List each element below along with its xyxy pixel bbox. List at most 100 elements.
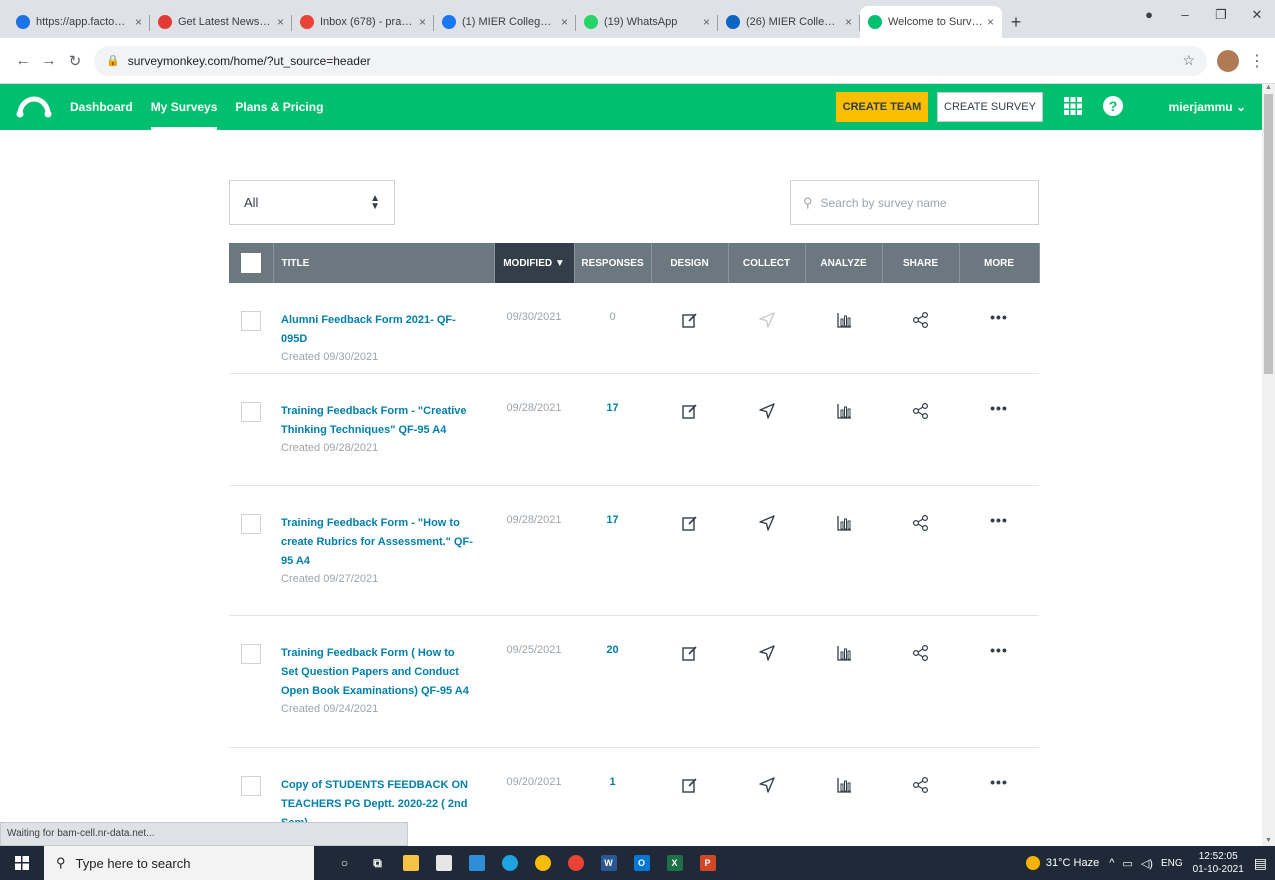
design-cell[interactable]: [651, 373, 728, 486]
new-tab-button[interactable]: +: [1002, 6, 1030, 38]
powerpoint-icon[interactable]: P: [691, 846, 724, 880]
weather-widget[interactable]: 31°C Haze: [1025, 856, 1099, 870]
row-checkbox[interactable]: [241, 775, 261, 796]
col-title[interactable]: TITLE: [273, 243, 495, 283]
user-menu[interactable]: mierjammu ⌄: [1169, 84, 1246, 130]
surveymonkey-logo-icon[interactable]: [16, 96, 52, 118]
col-responses[interactable]: RESPONSES: [574, 243, 652, 283]
clock[interactable]: 12:52:05 01-10-2021: [1193, 850, 1244, 876]
responses-count[interactable]: 20: [606, 644, 618, 656]
analyze-cell[interactable]: [805, 615, 882, 748]
row-checkbox[interactable]: [241, 513, 261, 534]
apps-grid-icon[interactable]: [1063, 96, 1083, 116]
edge-icon[interactable]: [493, 846, 526, 880]
forward-icon[interactable]: →: [36, 52, 62, 69]
bookmark-star-icon[interactable]: ☆: [1182, 52, 1195, 69]
volume-icon[interactable]: ◁): [1141, 857, 1153, 870]
survey-filter-select[interactable]: All ▲ ▼: [229, 180, 395, 225]
minimize-button[interactable]: –: [1167, 0, 1203, 30]
browser-tab[interactable]: (1) MIER College of Ed ×: [434, 6, 576, 38]
browser-tab[interactable]: (26) MIER College of E ×: [718, 6, 860, 38]
browser-menu-icon[interactable]: ⋮: [1249, 51, 1265, 71]
responses-count[interactable]: 1: [609, 776, 615, 788]
share-cell[interactable]: [882, 615, 959, 748]
more-options-icon[interactable]: •••: [990, 309, 1008, 325]
analyze-cell[interactable]: [805, 485, 882, 616]
nav-my-surveys[interactable]: My Surveys: [150, 84, 217, 130]
design-cell[interactable]: [651, 747, 728, 846]
tab-close-icon[interactable]: ×: [987, 15, 994, 29]
row-checkbox[interactable]: [241, 401, 261, 422]
share-cell[interactable]: [882, 747, 959, 846]
scroll-up-icon[interactable]: ▲: [1265, 84, 1272, 91]
more-options-icon[interactable]: •••: [990, 512, 1008, 528]
responses-count[interactable]: 17: [606, 514, 618, 526]
reload-icon[interactable]: ↻: [62, 52, 88, 70]
network-icon[interactable]: ▭: [1122, 857, 1132, 870]
maximize-button[interactable]: ❐: [1203, 0, 1239, 30]
survey-title-link[interactable]: Training Feedback Form - "Creative Think…: [281, 402, 474, 440]
tray-chevron-icon[interactable]: ^: [1109, 857, 1114, 869]
row-checkbox[interactable]: [241, 311, 261, 331]
survey-search-input[interactable]: ⚲ Search by survey name: [790, 180, 1039, 225]
mail-icon[interactable]: [460, 846, 493, 880]
tab-close-icon[interactable]: ×: [561, 15, 568, 29]
chrome-icon[interactable]: [526, 846, 559, 880]
collect-cell[interactable]: [728, 373, 805, 486]
browser-tab[interactable]: https://app.factohr.co ×: [8, 6, 150, 38]
back-icon[interactable]: ←: [10, 52, 36, 69]
more-options-icon[interactable]: •••: [990, 642, 1008, 658]
tab-close-icon[interactable]: ×: [277, 15, 284, 29]
close-window-button[interactable]: ✕: [1239, 0, 1275, 30]
responses-count[interactable]: 17: [606, 402, 618, 414]
language-indicator[interactable]: ENG: [1161, 858, 1183, 869]
responses-count[interactable]: 0: [609, 311, 615, 323]
scrollbar-thumb[interactable]: [1264, 94, 1273, 374]
design-cell[interactable]: [651, 485, 728, 616]
cortana-icon[interactable]: ○: [328, 846, 361, 880]
page-scrollbar[interactable]: ▲ ▼: [1262, 84, 1275, 846]
scroll-down-icon[interactable]: ▼: [1265, 837, 1272, 844]
browser-tab[interactable]: Inbox (678) - pranavg ×: [292, 6, 434, 38]
col-modified[interactable]: MODIFIED ▼: [494, 243, 575, 283]
share-cell[interactable]: [882, 283, 959, 374]
row-checkbox[interactable]: [241, 643, 261, 664]
task-view-icon[interactable]: ⧉: [361, 846, 394, 880]
select-all-checkbox[interactable]: [240, 253, 261, 273]
url-field[interactable]: 🔒 surveymonkey.com/home/?ut_source=heade…: [94, 45, 1207, 76]
chrome-alt-icon[interactable]: [559, 846, 592, 880]
tab-close-icon[interactable]: ×: [703, 15, 710, 29]
outlook-icon[interactable]: O: [625, 846, 658, 880]
analyze-cell[interactable]: [805, 373, 882, 486]
collect-cell[interactable]: [728, 747, 805, 846]
nav-dashboard[interactable]: Dashboard: [70, 84, 133, 130]
browser-tab[interactable]: Get Latest News, India ×: [150, 6, 292, 38]
help-icon[interactable]: ?: [1103, 96, 1123, 116]
store-icon[interactable]: [427, 846, 460, 880]
survey-title-link[interactable]: Training Feedback Form - "How to create …: [281, 514, 474, 571]
tab-close-icon[interactable]: ×: [419, 15, 426, 29]
more-options-icon[interactable]: •••: [990, 400, 1008, 416]
collect-cell[interactable]: [728, 485, 805, 616]
browser-tab[interactable]: (19) WhatsApp ×: [576, 6, 718, 38]
create-survey-button[interactable]: CREATE SURVEY: [937, 92, 1043, 122]
word-icon[interactable]: W: [592, 846, 625, 880]
windows-start-icon[interactable]: [0, 846, 44, 880]
browser-tab[interactable]: Welcome to SurveyMonkey ×: [860, 6, 1002, 38]
design-cell[interactable]: [651, 615, 728, 748]
analyze-cell[interactable]: [805, 283, 882, 374]
record-icon[interactable]: ●: [1131, 0, 1167, 30]
design-cell[interactable]: [651, 283, 728, 374]
create-team-button[interactable]: CREATE TEAM: [836, 92, 928, 122]
share-cell[interactable]: [882, 373, 959, 486]
tab-close-icon[interactable]: ×: [845, 15, 852, 29]
excel-icon[interactable]: X: [658, 846, 691, 880]
more-options-icon[interactable]: •••: [990, 774, 1008, 790]
nav-plans-pricing[interactable]: Plans & Pricing: [235, 84, 323, 130]
share-cell[interactable]: [882, 485, 959, 616]
collect-cell[interactable]: [728, 615, 805, 748]
notifications-icon[interactable]: ▤: [1254, 855, 1267, 872]
profile-avatar[interactable]: [1217, 49, 1239, 72]
survey-title-link[interactable]: Training Feedback Form ( How to Set Ques…: [281, 644, 474, 701]
tab-close-icon[interactable]: ×: [135, 15, 142, 29]
